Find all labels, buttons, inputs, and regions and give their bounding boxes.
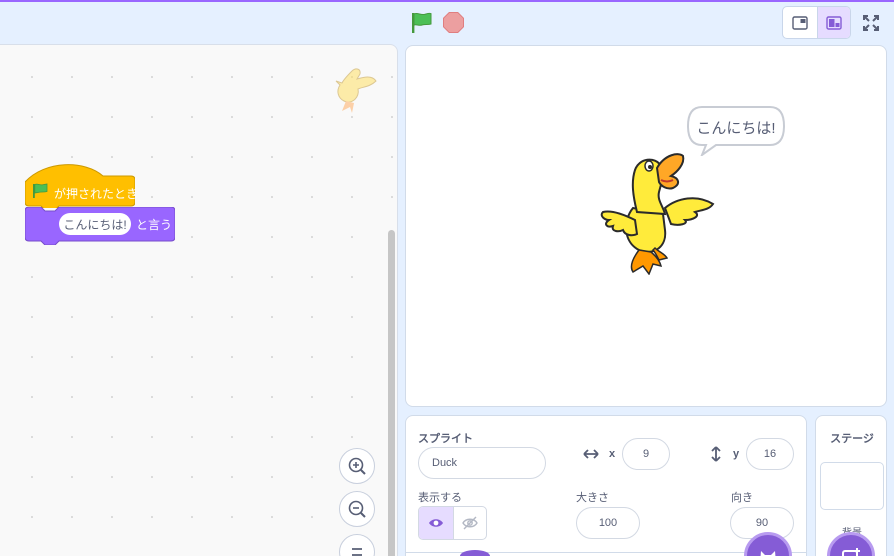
y-position-input[interactable]: 16 [746,438,794,470]
sprite-label: スプライト [418,433,473,445]
zoom-in-button[interactable] [339,448,375,484]
sprite-thumbnail-duck [335,68,377,113]
visibility-toggle [418,506,487,540]
stop-sign-icon[interactable] [443,12,464,33]
small-stage-button[interactable] [783,7,817,38]
zoom-out-button[interactable] [339,491,375,527]
image-plus-icon [842,548,860,556]
cat-plus-icon [760,551,776,556]
show-sprite-button[interactable] [419,507,453,539]
equals-icon [352,548,362,556]
y-label: y [733,448,740,460]
hide-sprite-button[interactable] [452,507,487,539]
say-block-label: と言う [136,218,173,232]
fullscreen-button[interactable] [855,6,886,39]
direction-label: 向き [731,492,753,504]
zoom-in-icon [348,457,366,475]
vertical-arrows-icon [711,446,721,462]
sprite-name-input[interactable]: Duck [418,447,546,479]
sprite-info-panel: スプライト Duck x 9 y 16 表示する 大きさ 100 向き 90 [405,415,807,556]
stage-selector-title: ステージ [830,433,874,445]
say-text-input[interactable]: こんにちは! [59,213,131,235]
stage-thumbnail[interactable] [820,462,884,510]
show-label: 表示する [418,492,462,504]
fullscreen-icon [862,14,879,31]
sprite-tray-item-edge [460,550,490,556]
green-flag-icon[interactable] [410,12,432,34]
zoom-out-icon [348,500,366,518]
code-area-scrollbar[interactable] [388,230,395,556]
small-stage-icon [792,15,808,30]
normal-stage-icon [826,15,842,30]
normal-stage-button[interactable] [816,7,850,38]
top-accent-line [0,0,894,2]
eye-slash-icon [461,516,478,530]
horizontal-arrows-icon [583,449,599,459]
code-area[interactable]: が押されたとき こんにちは! と言う [0,44,398,556]
stage-canvas[interactable]: こんにちは! [405,45,887,407]
duck-sprite[interactable] [593,150,715,275]
zoom-reset-button[interactable] [339,534,375,556]
green-flag-icon [33,183,48,198]
size-label: 大きさ [576,492,609,504]
size-input[interactable]: 100 [576,507,640,539]
speech-bubble-text: こんにちは! [696,120,776,137]
hat-block-label: が押されたとき [54,187,139,201]
x-label: x [609,448,616,460]
eye-icon [428,519,443,527]
stage-size-toggle [782,6,851,39]
x-position-input[interactable]: 9 [622,438,670,470]
